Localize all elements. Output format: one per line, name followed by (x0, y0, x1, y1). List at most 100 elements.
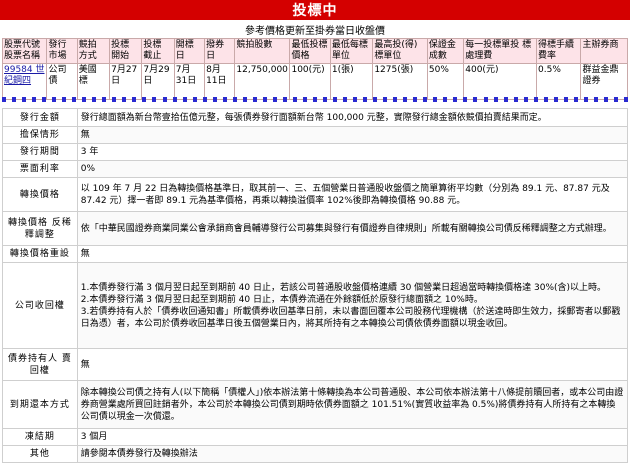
divider-dash (152, 97, 157, 102)
detail-value: 除本轉換公司債之持有人(以下簡稱「債權人」)依本辦法第十條轉換為本公司普通股、本… (76, 380, 629, 429)
cell-method: 美國 標 (76, 63, 111, 100)
summary-row: 99584 世紀鋼四 公司 債 美國 標 7月27 日 7月29 日 7月 31… (1, 63, 628, 100)
header-market: 發行 市場 (46, 38, 78, 64)
detail-value: 無 (76, 348, 629, 381)
cell-market: 公司 債 (46, 63, 78, 100)
detail-row: 債券持有人 賣回權 無 (2, 348, 629, 381)
cell-commission: 0.5% (535, 63, 582, 100)
divider-dash (2, 97, 6, 102)
header-bid-start: 投標 開始 (109, 38, 143, 64)
banner-title: 投標中 (292, 3, 338, 19)
divider-dash (363, 97, 368, 102)
detail-label: 其他 (2, 445, 78, 463)
summary-header-row: 股票代號 股票名稱 發行 市場 競拍 方式 投標 開始 投標 截止 開標 日 撥… (1, 38, 628, 64)
divider-dash (182, 97, 187, 102)
divider-dash (413, 97, 418, 102)
detail-row: 到期還本方式 除本轉換公司債之持有人(以下簡稱「債權人」)依本辦法第十條轉換為本… (2, 380, 629, 429)
cell-max-unit: 1275(張) (372, 63, 428, 100)
divider-dash (82, 97, 87, 102)
divider-dash (433, 97, 438, 102)
divider-dash (132, 97, 137, 102)
divider-dash (32, 97, 37, 102)
detail-row: 轉換價格 反稀釋調整 依「中華民國證券商業同業公會承銷商會員輔導發行公司募集與發… (2, 211, 629, 246)
divider-dash (242, 97, 247, 102)
call-conditions-list: 1.本債券發行滿 3 個月翌日起至到期前 40 日止，若該公司普通股收盤價格連續… (81, 282, 624, 330)
header-stock: 股票代號 股票名稱 (1, 38, 48, 64)
detail-row: 其他 請參閱本債券發行及轉換辦法 (2, 445, 629, 463)
cell-open-day: 7月 31日 (173, 63, 206, 100)
divider-dash (282, 97, 287, 102)
divider-dash (323, 97, 327, 102)
detail-label: 凍結期 (2, 428, 78, 446)
divider-dash (42, 97, 47, 102)
divider-dash (302, 97, 307, 102)
divider-dash (343, 97, 348, 102)
divider-dash (443, 97, 448, 102)
divider-dash (72, 97, 77, 102)
divider-dash (613, 97, 618, 102)
divider-dash (603, 97, 608, 102)
header-underwriter: 主辦券商 (580, 38, 628, 64)
status-banner: 投標中 (0, 0, 630, 20)
divider-dash (563, 97, 568, 102)
detail-value: 以 109 年 7 月 22 日為轉換價格基準日，取其前一、三、五個營業日普通股… (76, 177, 629, 212)
detail-row: 發行金額 發行總面額為新台幣壹拾伍億元整，每張債券發行面額新台幣 100,000… (2, 108, 629, 127)
divider-dash (262, 97, 267, 102)
header-min-unit: 最低每標 單位 (329, 38, 374, 64)
list-item: 2.本債券發行滿 3 個月翌日起至到期前 40 日止，本債券流通在外餘額低於原發… (80, 294, 483, 305)
price-note: 參考價格更新至掛券當日收盤價 (245, 26, 385, 37)
list-item: 1.本債券發行滿 3 個月翌日起至到期前 40 日止，若該公司普通股收盤價格連續… (80, 282, 607, 293)
cell-bid-end: 7月29 日 (141, 63, 175, 100)
detail-label: 轉換價格重設 (2, 245, 78, 263)
header-bid-end: 投標 截止 (141, 38, 175, 64)
divider-dash (593, 97, 598, 102)
header-min-price: 最低投標 價格 (289, 38, 331, 64)
detail-label: 轉換價格 反稀釋調整 (2, 211, 78, 246)
divider-dash (232, 97, 237, 102)
detail-label: 票面利率 (2, 160, 78, 178)
detail-label: 擔保情形 (2, 126, 78, 144)
header-method: 競拍 方式 (76, 38, 111, 64)
divider-dash (523, 97, 528, 102)
header-fee: 每一投標單投 標處理費 (463, 38, 537, 64)
stock-link[interactable]: 99584 世紀鋼四 (4, 65, 45, 86)
divider-dash (463, 97, 468, 102)
header-commission: 得標手續 費率 (535, 38, 582, 64)
divider-dash (493, 97, 498, 102)
divider-dash (483, 97, 488, 102)
summary-table: 股票代號 股票名稱 發行 市場 競拍 方式 投標 開始 投標 截止 開標 日 撥… (1, 38, 628, 100)
detail-label: 轉換價格 (2, 177, 78, 212)
divider-dash (553, 97, 558, 102)
cell-bid-start: 7月27 日 (109, 63, 143, 100)
cell-shares: 12,750,000 (234, 63, 291, 100)
detail-label: 債券持有人 賣回權 (2, 348, 78, 381)
detail-label: 到期還本方式 (2, 380, 78, 429)
detail-row: 發行期間 3 年 (2, 143, 629, 161)
divider-dash (112, 97, 117, 102)
detail-row: 凍結期 3 個月 (2, 428, 629, 446)
divider-dash (543, 97, 548, 102)
detail-value: 依「中華民國證券商業同業公會承銷商會員輔導發行公司募集與發行有價證券自律規則」所… (76, 211, 629, 246)
divider-dash (52, 97, 57, 102)
detail-value: 0% (76, 160, 629, 178)
detail-value: 請參閱本債券發行及轉換辦法 (76, 445, 629, 463)
divider-dash (12, 97, 17, 102)
cell-allot-day: 8月 11日 (204, 63, 236, 100)
divider-dash (202, 97, 207, 102)
cell-underwriter: 群益金鼎 證券 (580, 63, 628, 100)
divider-dash (312, 97, 317, 102)
detail-row: 票面利率 0% (2, 160, 629, 178)
detail-label: 發行期間 (2, 143, 78, 161)
divider-dash (102, 97, 107, 102)
detail-value: 無 (76, 245, 629, 263)
cell-margin: 50% (426, 63, 465, 100)
divider-dash (533, 97, 538, 102)
divider-dash (423, 97, 428, 102)
detail-row: 公司收回權 1.本債券發行滿 3 個月翌日起至到期前 40 日止，若該公司普通股… (2, 262, 629, 349)
divider-dash (353, 97, 358, 102)
detail-value: 發行總面額為新台幣壹拾伍億元整，每張債券發行面額新台幣 100,000 元整，實… (76, 108, 629, 127)
detail-value: 無 (76, 126, 629, 144)
detail-value: 3 個月 (76, 428, 629, 446)
divider-dash (272, 97, 277, 102)
divider-dash (403, 97, 408, 102)
